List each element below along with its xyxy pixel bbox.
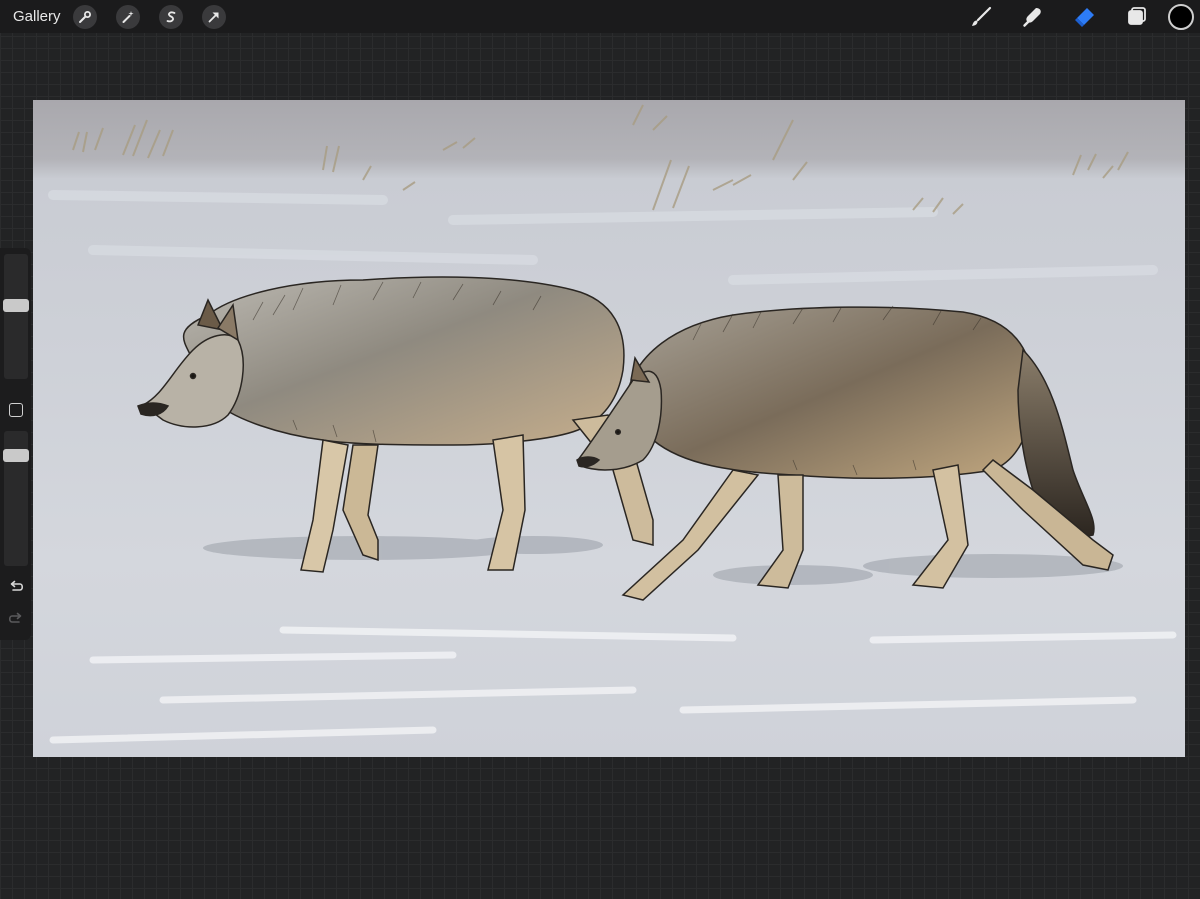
paint-tool-button[interactable] — [966, 2, 996, 32]
layers-button[interactable] — [1122, 2, 1152, 32]
magic-wand-icon — [122, 10, 134, 23]
selection-button[interactable] — [158, 4, 183, 29]
smudge-icon — [1023, 7, 1041, 27]
brush-size-handle[interactable] — [3, 298, 29, 312]
selection-s-icon — [166, 11, 175, 22]
wolves-painting — [33, 100, 1185, 757]
top-toolbar: Gallery — [0, 0, 1200, 33]
modify-button[interactable] — [9, 403, 23, 417]
color-picker-swatch[interactable] — [1168, 3, 1194, 30]
brush-icon — [972, 6, 992, 26]
drawing-canvas[interactable] — [33, 100, 1185, 757]
arrow-cursor-icon — [208, 12, 219, 22]
wrench-icon — [78, 10, 91, 23]
undo-icon[interactable] — [7, 578, 25, 596]
redo-icon[interactable] — [7, 610, 25, 628]
brush-size-slider[interactable] — [4, 254, 28, 379]
eraser-icon — [1075, 7, 1094, 27]
opacity-handle[interactable] — [3, 449, 29, 463]
layers-icon — [1128, 6, 1146, 25]
right-toolbar — [944, 0, 1200, 33]
transform-button[interactable] — [201, 4, 226, 29]
left-sidebar — [0, 248, 31, 640]
gallery-button[interactable]: Gallery — [13, 8, 61, 25]
eraser-tool-button[interactable] — [1070, 2, 1100, 32]
smudge-tool-button[interactable] — [1018, 2, 1048, 32]
actions-button[interactable] — [72, 4, 97, 29]
adjustments-button[interactable] — [115, 4, 140, 29]
